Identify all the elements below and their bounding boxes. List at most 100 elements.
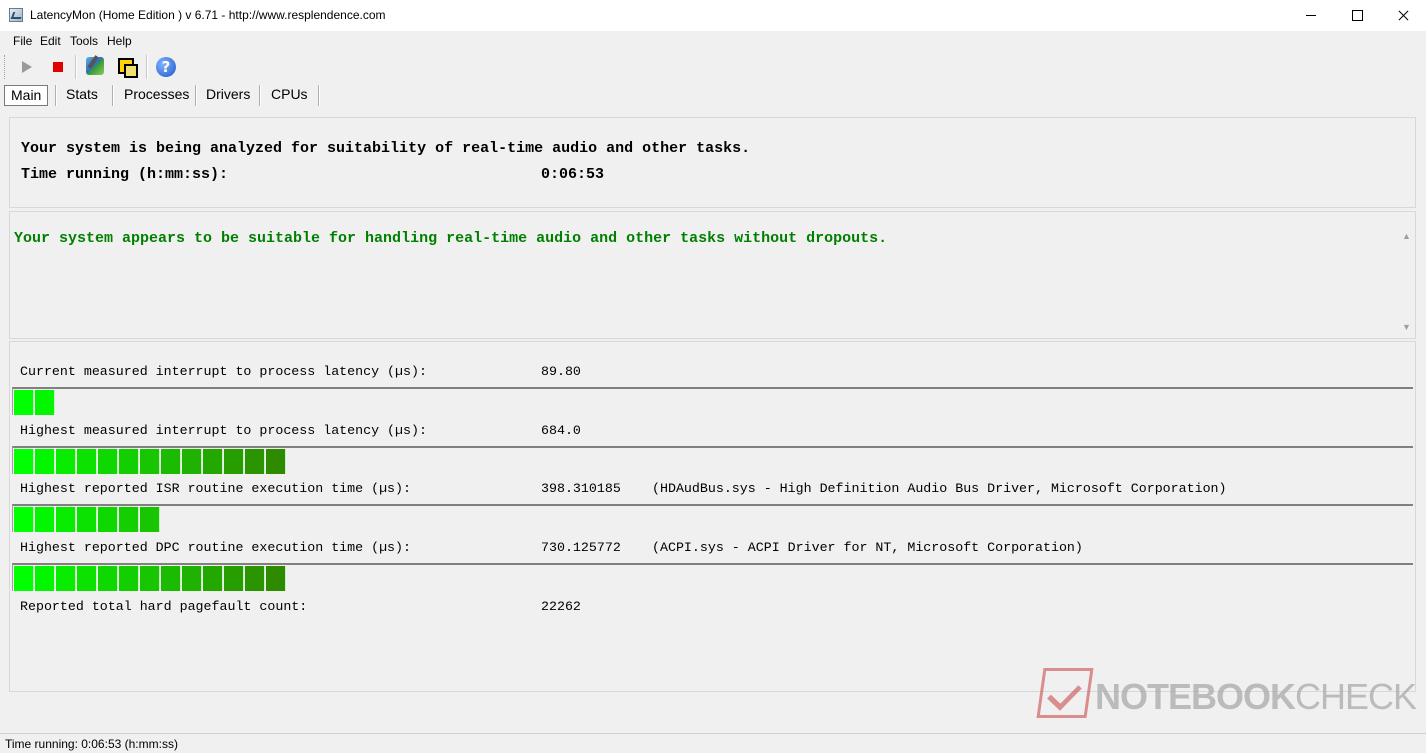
latency-bar	[12, 387, 1413, 415]
drivers-button[interactable]	[83, 55, 107, 79]
bar-segment	[119, 449, 139, 474]
bar-segment	[77, 449, 97, 474]
app-icon	[9, 8, 23, 22]
tab-strip: Main Stats Processes Drivers CPUs	[0, 82, 1426, 106]
menu-tools[interactable]: Tools	[70, 34, 98, 48]
watermark-part2: CHECK	[1295, 676, 1417, 717]
bar-segment	[203, 566, 223, 591]
menu-file[interactable]: File	[13, 34, 32, 48]
menu-help[interactable]: Help	[107, 34, 132, 48]
bar-segment	[119, 566, 139, 591]
windows-icon	[118, 58, 138, 78]
metric-value: 730.125772	[541, 540, 621, 555]
metric-value: 89.80	[541, 364, 581, 379]
start-button[interactable]	[14, 55, 38, 79]
bar-segment	[56, 566, 76, 591]
notebookcheck-watermark: NOTEBOOKCHECK	[1036, 668, 1420, 728]
drivers-icon	[86, 57, 104, 75]
bar-segment	[182, 449, 202, 474]
bar-segment	[203, 449, 223, 474]
metric-info: (HDAudBus.sys - High Definition Audio Bu…	[652, 481, 1227, 496]
bar-segment	[35, 390, 55, 415]
window-title: LatencyMon (Home Edition ) v 6.71 - http…	[30, 8, 386, 22]
close-button[interactable]	[1380, 0, 1426, 31]
bar-segment	[140, 449, 160, 474]
bar-segment	[14, 507, 34, 532]
bar-segment	[182, 566, 202, 591]
pagefault-label: Reported total hard pagefault count:	[20, 599, 308, 614]
metric-value: 684.0	[541, 423, 581, 438]
bar-segment	[266, 449, 286, 474]
tab-cpus[interactable]: CPUs	[265, 85, 314, 106]
latency-bar	[12, 504, 1413, 532]
bar-segment	[56, 449, 76, 474]
bar-fill	[14, 507, 161, 532]
toolbar-separator	[146, 55, 148, 79]
metric-label: Current measured interrupt to process la…	[20, 364, 427, 379]
minimize-icon	[1306, 15, 1316, 16]
latency-bar	[12, 446, 1413, 474]
analysis-panel: Your system is being analyzed for suitab…	[9, 117, 1416, 208]
metric-info: (ACPI.sys - ACPI Driver for NT, Microsof…	[652, 540, 1083, 555]
bar-segment	[224, 449, 244, 474]
bar-segment	[35, 449, 55, 474]
tab-separator	[259, 85, 261, 106]
windows-button[interactable]	[115, 55, 139, 79]
maximize-button[interactable]	[1334, 0, 1380, 31]
pagefault-value: 22262	[541, 599, 581, 614]
toolbar-separator	[75, 55, 77, 79]
latency-bar	[12, 563, 1413, 591]
menu-edit[interactable]: Edit	[40, 34, 61, 48]
bar-segment	[56, 507, 76, 532]
help-icon: ?	[156, 57, 176, 77]
bar-fill	[14, 390, 56, 415]
bar-segment	[161, 566, 181, 591]
bar-segment	[14, 566, 34, 591]
bar-segment	[98, 449, 118, 474]
watermark-text: NOTEBOOKCHECK	[1095, 676, 1417, 718]
watermark-part1: NOTEBOOK	[1095, 676, 1296, 717]
verdict-scrollbar[interactable]: ▲ ▼	[1398, 228, 1415, 336]
bar-segment	[266, 566, 286, 591]
bar-segment	[224, 566, 244, 591]
status-bar: Time running: 0:06:53 (h:mm:ss)	[0, 733, 1426, 753]
metric-label: Highest measured interrupt to process la…	[20, 423, 427, 438]
tab-separator	[195, 85, 197, 106]
bar-segment	[245, 566, 265, 591]
metric-label: Highest reported DPC routine execution t…	[20, 540, 411, 555]
bar-segment	[98, 566, 118, 591]
time-running-label: Time running (h:mm:ss):	[21, 166, 229, 183]
time-running-value: 0:06:53	[541, 166, 605, 183]
minimize-button[interactable]	[1288, 0, 1334, 31]
metric-value: 398.310185	[541, 481, 621, 496]
metrics-panel: Current measured interrupt to process la…	[9, 341, 1416, 692]
bar-segment	[98, 507, 118, 532]
analysis-text: Your system is being analyzed for suitab…	[21, 140, 751, 157]
tab-stats[interactable]: Stats	[60, 85, 104, 106]
menu-bar: File Edit Tools Help	[0, 31, 1426, 51]
bar-segment	[161, 449, 181, 474]
bar-segment	[77, 566, 97, 591]
maximize-icon	[1352, 10, 1363, 21]
bar-segment	[245, 449, 265, 474]
bar-segment	[35, 566, 55, 591]
tab-drivers[interactable]: Drivers	[200, 85, 256, 106]
toolbar-grip[interactable]	[4, 55, 7, 79]
bar-segment	[140, 566, 160, 591]
bar-segment	[140, 507, 160, 532]
stop-icon	[53, 62, 63, 72]
bar-fill	[14, 566, 287, 591]
scroll-down-icon[interactable]: ▼	[1398, 319, 1415, 336]
bar-segment	[14, 449, 34, 474]
scroll-up-icon[interactable]: ▲	[1398, 228, 1415, 245]
tab-main[interactable]: Main	[4, 85, 49, 106]
bar-segment	[119, 507, 139, 532]
bar-fill	[14, 449, 287, 474]
title-bar: LatencyMon (Home Edition ) v 6.71 - http…	[0, 0, 1426, 31]
help-button[interactable]: ?	[154, 55, 178, 79]
metric-label: Highest reported ISR routine execution t…	[20, 481, 411, 496]
stop-button[interactable]	[46, 55, 70, 79]
tab-separator	[318, 85, 320, 106]
tab-processes[interactable]: Processes	[118, 85, 195, 106]
verdict-text: Your system appears to be suitable for h…	[14, 230, 888, 247]
